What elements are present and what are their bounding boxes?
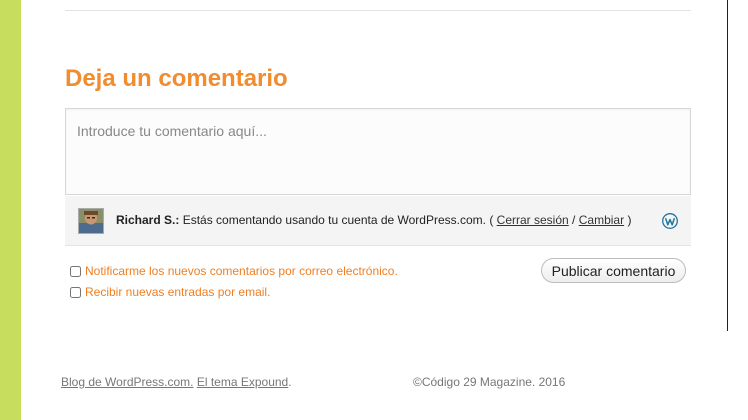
publish-comment-button[interactable]: Publicar comentario <box>541 258 686 283</box>
identity-message: Estás comentando usando tu cuenta de Wor… <box>182 213 486 227</box>
notify-comments-checkbox[interactable] <box>70 265 81 277</box>
subscription-options: Notificarme los nuevos comentarios por c… <box>70 262 398 304</box>
notify-comments-option[interactable]: Notificarme los nuevos comentarios por c… <box>70 262 398 280</box>
divider <box>65 10 691 11</box>
comment-heading: Deja un comentario <box>65 65 288 92</box>
theme-link[interactable]: El tema Expound <box>197 375 288 389</box>
theme-suffix: . <box>288 375 292 389</box>
subscribe-posts-option[interactable]: Recibir nuevas entradas por email. <box>70 283 398 301</box>
footer-links: Blog de WordPress.com. El tema Expound. <box>61 375 292 389</box>
logout-link[interactable]: Cerrar sesión <box>497 213 569 227</box>
subscribe-posts-label: Recibir nuevas entradas por email. <box>85 285 271 299</box>
avatar-image <box>79 209 103 233</box>
notify-comments-label: Notificarme los nuevos comentarios por c… <box>85 264 398 278</box>
identity-text: Richard S.: Estás comentando usando tu c… <box>116 213 631 227</box>
comment-box <box>65 108 691 195</box>
user-name: Richard S.: <box>116 213 180 227</box>
left-accent-bar <box>0 0 21 420</box>
link-separator: / <box>572 213 576 227</box>
comment-textarea[interactable] <box>66 109 690 194</box>
wordpress-icon[interactable] <box>662 213 678 229</box>
change-account-link[interactable]: Cambiar <box>579 213 624 227</box>
subscribe-posts-checkbox[interactable] <box>70 286 81 298</box>
footer-copyright: ©Código 29 Magazine. 2016 <box>413 375 566 389</box>
paren-open: ( <box>489 213 494 227</box>
wordpress-blog-link[interactable]: Blog de WordPress.com. <box>61 375 194 389</box>
avatar <box>78 208 104 234</box>
identity-bar: Richard S.: Estás comentando usando tu c… <box>65 196 691 246</box>
paren-close: ) <box>627 213 632 227</box>
